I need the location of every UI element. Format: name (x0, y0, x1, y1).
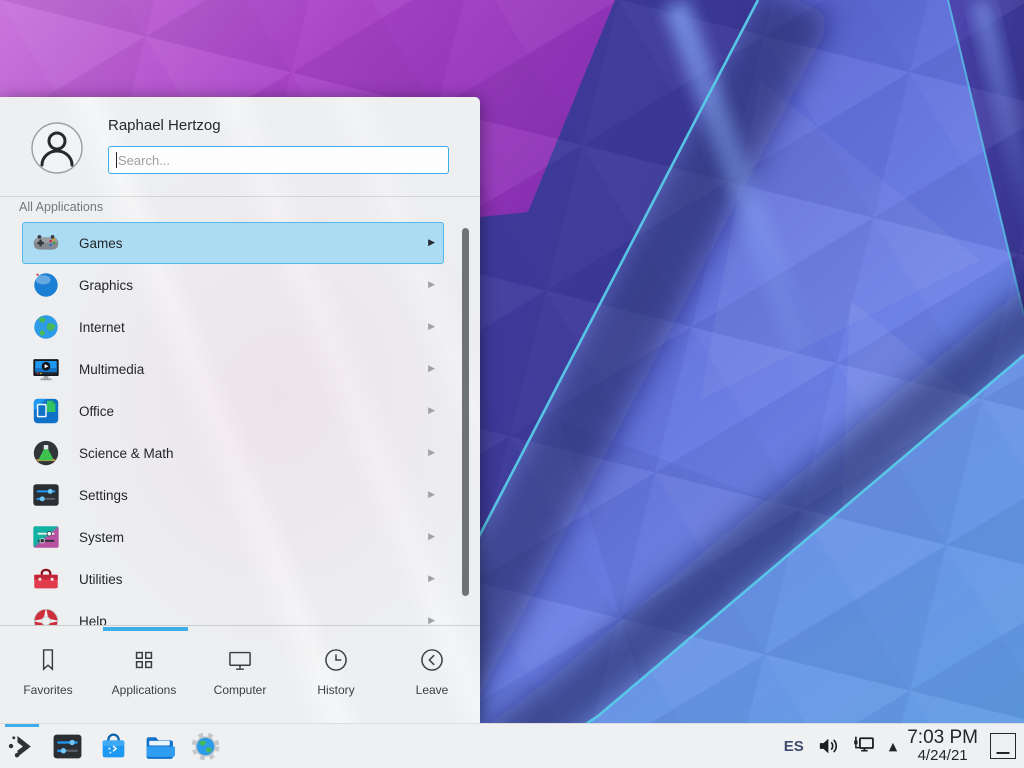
submenu-arrow-icon: ▶ (428, 616, 435, 625)
category-label: Multimedia (79, 362, 144, 377)
gamepad-icon (31, 228, 61, 258)
tab-computer[interactable]: Computer (192, 626, 288, 723)
user-name: Raphael Hertzog (108, 117, 221, 134)
submenu-arrow-icon: ▶ (428, 322, 435, 332)
volume-icon[interactable] (817, 733, 843, 759)
category-system[interactable]: System ▶ (22, 516, 444, 558)
tab-label: Favorites (23, 683, 72, 697)
tab-leave[interactable]: Leave (384, 626, 480, 723)
search-field-wrap (108, 146, 449, 174)
web-browser-globe-icon[interactable] (182, 724, 228, 768)
tab-history[interactable]: History (288, 626, 384, 723)
active-tab-indicator (103, 627, 188, 631)
user-avatar-icon[interactable] (31, 122, 83, 174)
submenu-arrow-icon: ▶ (428, 532, 435, 542)
toolbox-icon (31, 564, 61, 594)
tab-applications[interactable]: Applications (96, 626, 192, 723)
kde-launcher-icon (6, 730, 39, 763)
category-label: Utilities (79, 572, 123, 587)
graphics-sphere-icon (31, 270, 61, 300)
tab-label: Applications (112, 683, 177, 697)
tab-label: Leave (416, 683, 449, 697)
clock-date: 4/24/21 (907, 748, 978, 764)
system-tray: ES ▲ 7:03 PM 4/ (784, 728, 1024, 764)
submenu-arrow-icon: ▶ (428, 238, 435, 248)
category-help[interactable]: Help ▶ (22, 600, 444, 625)
globe-icon (31, 312, 61, 342)
taskbar-panel: ES ▲ 7:03 PM 4/ (0, 723, 1024, 768)
tab-favorites[interactable]: Favorites (0, 626, 96, 723)
category-internet[interactable]: Internet ▶ (22, 306, 444, 348)
category-science-math[interactable]: Science & Math ▶ (22, 432, 444, 474)
help-lifering-icon (31, 606, 61, 625)
launcher-header: Raphael Hertzog (0, 97, 480, 197)
network-icon[interactable] (851, 733, 877, 759)
submenu-arrow-icon: ▶ (428, 280, 435, 290)
submenu-arrow-icon: ▶ (428, 490, 435, 500)
category-label: System (79, 530, 124, 545)
search-input[interactable] (108, 146, 449, 174)
category-label: Games (79, 236, 123, 251)
settings-sliders-icon (31, 480, 61, 510)
clock-time: 7:03 PM (907, 728, 978, 748)
app-launcher-button[interactable] (0, 724, 44, 768)
office-document-icon (31, 396, 61, 426)
bookmark-icon (34, 646, 62, 674)
category-label: Settings (79, 488, 128, 503)
submenu-arrow-icon: ▶ (428, 448, 435, 458)
list-scrollbar[interactable] (462, 228, 469, 596)
category-list: Games ▶ Graphics ▶ Intern (0, 222, 480, 625)
submenu-arrow-icon: ▶ (428, 574, 435, 584)
category-multimedia[interactable]: Multimedia ▶ (22, 348, 444, 390)
show-desktop-button[interactable] (990, 733, 1016, 759)
launcher-tab-bar: Favorites Applications Computer (0, 625, 480, 723)
science-flask-icon (31, 438, 61, 468)
keyboard-layout-indicator[interactable]: ES (784, 738, 804, 755)
multimedia-monitor-icon (31, 354, 61, 384)
system-settings-task-icon[interactable] (44, 724, 90, 768)
monitor-icon (226, 646, 254, 674)
submenu-arrow-icon: ▶ (428, 364, 435, 374)
digital-clock[interactable]: 7:03 PM 4/24/21 (907, 728, 978, 764)
category-settings[interactable]: Settings ▶ (22, 474, 444, 516)
leave-back-icon (418, 646, 446, 674)
clock-icon (322, 646, 350, 674)
category-label: Internet (79, 320, 125, 335)
text-caret (116, 152, 117, 168)
category-label: Science & Math (79, 446, 174, 461)
desktop: Raphael Hertzog All Applications Games (0, 0, 1024, 768)
category-office[interactable]: Office ▶ (22, 390, 444, 432)
category-graphics[interactable]: Graphics ▶ (22, 264, 444, 306)
system-icon (31, 522, 61, 552)
category-label: Graphics (79, 278, 133, 293)
submenu-arrow-icon: ▶ (428, 406, 435, 416)
tab-label: History (317, 683, 354, 697)
section-label: All Applications (19, 200, 103, 214)
application-launcher-popup: Raphael Hertzog All Applications Games (0, 97, 480, 723)
category-utilities[interactable]: Utilities ▶ (22, 558, 444, 600)
category-label: Help (79, 614, 107, 626)
file-manager-folder-icon[interactable] (136, 724, 182, 768)
grid-icon (130, 646, 158, 674)
discover-store-icon[interactable] (90, 724, 136, 768)
tab-label: Computer (214, 683, 267, 697)
category-label: Office (79, 404, 114, 419)
launcher-active-indicator (5, 724, 39, 727)
tray-expand-arrow-icon[interactable]: ▲ (889, 740, 897, 753)
category-games[interactable]: Games ▶ (22, 222, 444, 264)
